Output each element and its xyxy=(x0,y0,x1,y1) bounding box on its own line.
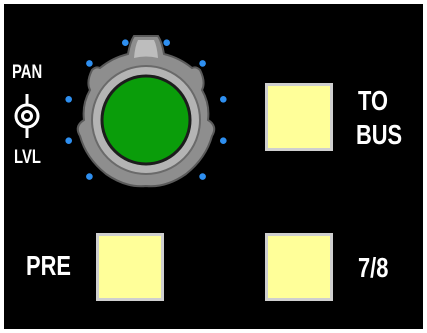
rotary-knob[interactable] xyxy=(48,28,244,198)
led-dot xyxy=(199,173,206,180)
led-dot xyxy=(65,137,72,144)
led-dot xyxy=(86,60,93,67)
led-dot xyxy=(220,137,227,144)
led-dot xyxy=(65,96,72,103)
knob-graphic xyxy=(65,35,227,188)
lvl-label: LVL xyxy=(14,147,41,168)
seven-eight-button[interactable] xyxy=(265,233,333,301)
led-dot xyxy=(199,60,206,67)
seven-eight-label: 7/8 xyxy=(358,252,389,283)
led-dot xyxy=(220,96,227,103)
knob-cap xyxy=(100,74,192,166)
pre-button[interactable] xyxy=(96,233,164,301)
pan-lvl-toggle-switch[interactable] xyxy=(12,94,42,138)
knob-highlight xyxy=(134,40,158,58)
to-bus-button[interactable] xyxy=(265,83,333,151)
to-bus-label-line2: BUS xyxy=(356,119,403,150)
pan-label: PAN xyxy=(12,62,43,83)
led-dot xyxy=(163,39,170,46)
led-dot xyxy=(86,173,93,180)
pre-label: PRE xyxy=(26,250,71,281)
to-bus-label-line1: TO xyxy=(358,85,388,116)
led-dot xyxy=(122,39,129,46)
